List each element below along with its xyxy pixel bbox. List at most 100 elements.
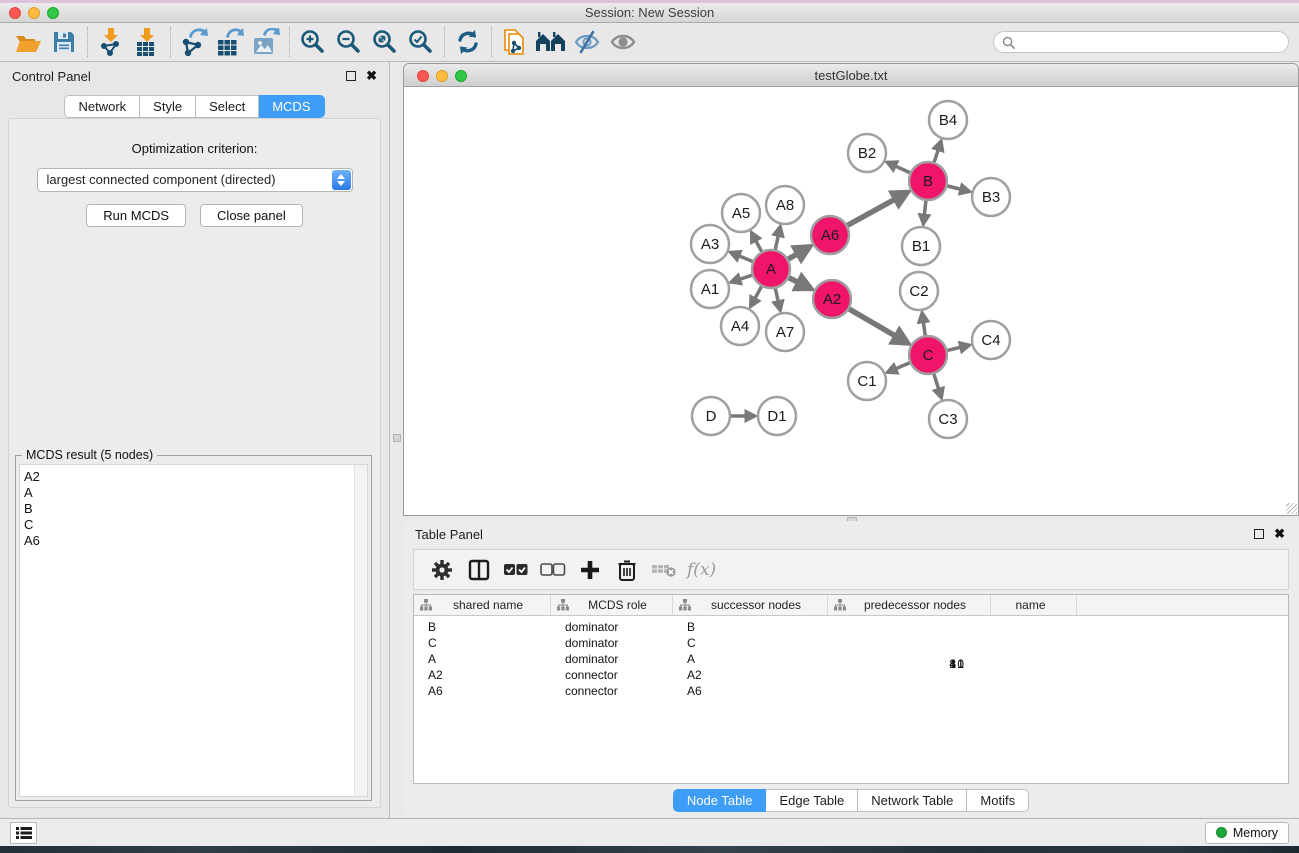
tab-mcds[interactable]: MCDS [259,95,324,118]
graph-node-label: C [923,347,934,364]
graph-node-label: B2 [858,145,876,162]
graph-node-label: B [923,173,933,190]
search-field[interactable] [993,31,1289,53]
zoom-fit-icon[interactable] [367,26,403,58]
table-settings-gear-icon[interactable] [428,555,456,585]
column-header-shared-name[interactable]: shared name [414,595,551,615]
resize-grip-icon[interactable] [1286,503,1297,514]
table-row[interactable]: Cdominator41C [414,635,1288,651]
table-cell[interactable]: dominator [551,636,673,650]
table-cell[interactable]: B [414,620,551,634]
graph-node-label: B3 [982,189,1000,206]
result-list-item[interactable]: A6 [20,533,367,549]
run-mcds-button[interactable]: Run MCDS [86,204,186,227]
zoom-window-button[interactable] [47,7,59,19]
column-type-icon [420,599,432,611]
export-image-icon[interactable] [248,26,284,58]
first-neighbors-icon[interactable] [533,26,569,58]
table-cell[interactable]: A2 [414,668,551,682]
import-network-icon[interactable] [93,26,129,58]
optimization-criterion-select[interactable]: largest connected component (directed) [37,168,353,192]
result-list-item[interactable]: B [20,501,367,517]
graph-node-label: D [706,408,717,425]
memory-button[interactable]: Memory [1205,822,1289,844]
function-builder-icon[interactable]: f(x) [687,560,716,580]
search-input[interactable] [1020,35,1280,49]
graph-node-label: C1 [857,373,876,390]
export-network-icon[interactable] [176,26,212,58]
list-icon [16,826,32,840]
new-network-from-selection-icon[interactable] [497,26,533,58]
zoom-selected-icon[interactable] [403,26,439,58]
tab-motifs[interactable]: Motifs [967,789,1029,812]
column-header-predecessor-nodes[interactable]: predecessor nodes [828,595,991,615]
mcds-result-group: MCDS result (5 nodes) A2ABCA6 [15,455,372,801]
column-header-name[interactable]: name [991,595,1077,615]
zoom-in-icon[interactable] [295,26,331,58]
network-minimize-button[interactable] [436,70,448,82]
save-session-icon[interactable] [46,26,82,58]
table-row[interactable]: A6connector11A6 [414,683,1288,699]
result-list-scrollbar[interactable] [354,465,367,796]
minimize-window-button[interactable] [28,7,40,19]
table-cell[interactable]: connector [551,668,673,682]
table-cell[interactable]: dominator [551,652,673,666]
hide-selected-eye-slash-icon[interactable] [569,26,605,58]
task-history-button[interactable] [10,822,37,844]
table-cell[interactable]: 1 [817,657,980,784]
float-panel-icon[interactable] [346,71,356,81]
table-row[interactable]: Bdominator41B [414,619,1288,635]
vertical-splitter[interactable] [391,62,403,818]
table-cell[interactable]: A6 [414,684,551,698]
close-panel-button[interactable]: Close panel [200,204,303,227]
tab-network[interactable]: Network [64,95,140,118]
import-table-icon[interactable] [129,26,165,58]
float-panel-icon[interactable] [1254,529,1264,539]
title-bar: Session: New Session [0,3,1299,23]
close-panel-icon[interactable]: ✖ [1274,529,1285,539]
delete-column-trash-icon[interactable] [613,555,641,585]
control-panel: Control Panel ✖ NetworkStyleSelectMCDS O… [0,62,390,818]
control-panel-header: Control Panel ✖ [0,62,389,90]
close-window-button[interactable] [9,7,21,19]
select-all-icon[interactable] [502,555,530,585]
table-cell[interactable]: connector [551,684,673,698]
network-canvas[interactable]: AA1A2A3A4A5A6A7A8BB1B2B3B4CC1C2C3C4DD1 [404,87,1298,515]
splitter-grip[interactable] [393,434,401,442]
table-cell[interactable]: A2 [673,668,759,682]
table-cell[interactable]: A6 [673,684,759,698]
network-zoom-button[interactable] [455,70,467,82]
column-header-successor-nodes[interactable]: successor nodes [673,595,828,615]
tab-node-table[interactable]: Node Table [673,789,767,812]
column-header-mcds-role[interactable]: MCDS role [551,595,673,615]
graph-node-label: A [766,261,776,278]
table-cell[interactable]: C [414,636,551,650]
mcds-result-list[interactable]: A2ABCA6 [19,464,368,797]
tab-style[interactable]: Style [140,95,196,118]
result-list-item[interactable]: A2 [20,469,367,485]
open-session-icon[interactable] [10,26,46,58]
table-cell[interactable]: dominator [551,620,673,634]
tab-select[interactable]: Select [196,95,259,118]
add-column-plus-icon[interactable] [576,555,604,585]
table-cell[interactable]: B [673,620,759,634]
desktop-background [0,846,1299,853]
graph-node-label: C3 [938,411,957,428]
delete-table-icon[interactable] [650,555,678,585]
result-list-item[interactable]: C [20,517,367,533]
table-cell[interactable]: A [673,652,759,666]
column-chooser-icon[interactable] [465,555,493,585]
close-panel-icon[interactable]: ✖ [366,71,377,81]
export-table-icon[interactable] [212,26,248,58]
zoom-out-icon[interactable] [331,26,367,58]
table-cell[interactable]: A [414,652,551,666]
dropdown-stepper-icon [332,170,351,190]
network-close-button[interactable] [417,70,429,82]
result-list-item[interactable]: A [20,485,367,501]
table-cell[interactable]: C [673,636,759,650]
tab-network-table[interactable]: Network Table [858,789,967,812]
deselect-all-icon[interactable] [539,555,567,585]
tab-edge-table[interactable]: Edge Table [766,789,858,812]
refresh-icon[interactable] [450,26,486,58]
show-all-eye-icon[interactable] [605,26,641,58]
